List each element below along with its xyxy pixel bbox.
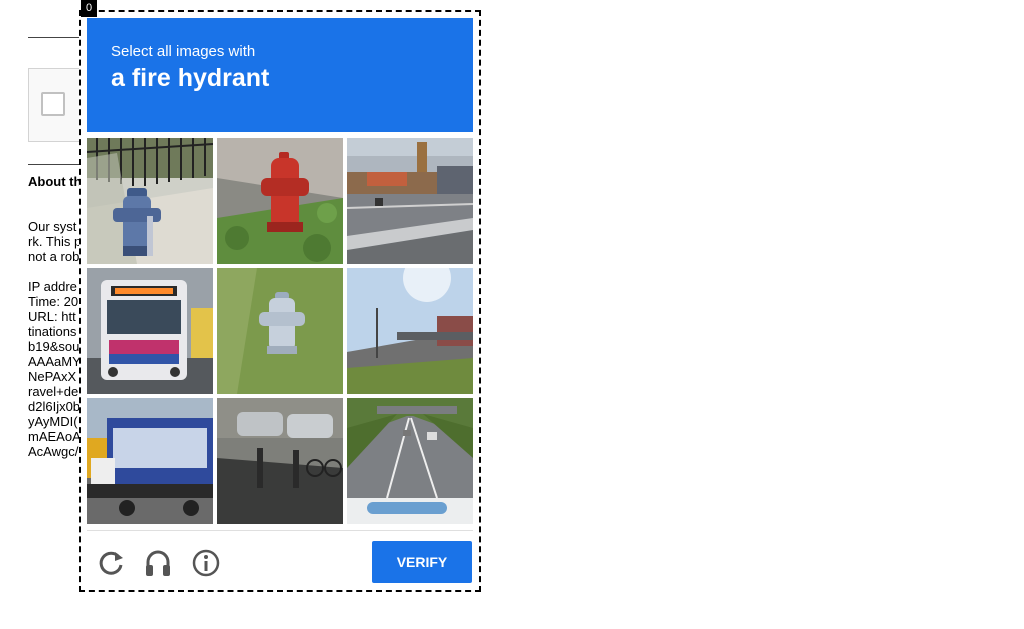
- reload-icon: [99, 551, 123, 575]
- info-icon: [192, 549, 220, 577]
- verify-button[interactable]: VERIFY: [372, 541, 472, 583]
- instruction-target: a fire hydrant: [111, 64, 270, 92]
- tile-image-truck: [87, 398, 213, 524]
- tile-image-fire-hydrant: [217, 268, 343, 394]
- detail-line: mAEAoA: [28, 429, 81, 444]
- tile-image-bus: [87, 268, 213, 394]
- frame-index-tag: 0: [81, 0, 97, 17]
- tile-image-fire-hydrant: [87, 138, 213, 264]
- challenge-header: Select all images with a fire hydrant: [87, 18, 473, 132]
- tile-image-highway: [347, 138, 473, 264]
- request-details: IP addre Time: 20 URL: htt tinations b19&sou…: [28, 264, 81, 459]
- image-tile[interactable]: [87, 138, 213, 264]
- about-paragraph: Our syst rk. This p not a rob: [28, 204, 81, 264]
- image-tile[interactable]: [217, 398, 343, 524]
- detail-line: AcAwgc/: [28, 444, 79, 459]
- reload-button[interactable]: [95, 547, 127, 579]
- image-tile[interactable]: [87, 398, 213, 524]
- detail-line: IP addre: [28, 279, 77, 294]
- paragraph-line: Our syst: [28, 219, 77, 234]
- image-tile[interactable]: [347, 398, 473, 524]
- detail-line: URL: htt: [28, 309, 76, 324]
- detail-line: AAAaMY: [28, 354, 81, 369]
- detail-line: yAyMDI(: [28, 414, 78, 429]
- detail-line: b19&sou: [28, 339, 80, 354]
- detail-line: tinations: [28, 324, 77, 339]
- instruction-text: Select all images with: [111, 43, 256, 60]
- image-tile[interactable]: [217, 268, 343, 394]
- detail-line: d2l6Ijx0b: [28, 399, 81, 414]
- image-tile[interactable]: [347, 268, 473, 394]
- tile-image-street: [217, 398, 343, 524]
- image-grid: [87, 138, 473, 524]
- tile-image-fire-hydrant: [217, 138, 343, 264]
- challenge-footer: VERIFY: [87, 530, 473, 591]
- headphones-icon: [146, 550, 170, 576]
- detail-line: Time: 20: [28, 294, 79, 309]
- recaptcha-checkbox[interactable]: [41, 92, 65, 116]
- image-tile[interactable]: [87, 268, 213, 394]
- detail-line: NePAxX: [28, 369, 77, 384]
- image-tile[interactable]: [347, 138, 473, 264]
- info-button[interactable]: [190, 547, 222, 579]
- image-tile[interactable]: [217, 138, 343, 264]
- tile-image-highway: [347, 398, 473, 524]
- audio-challenge-button[interactable]: [142, 547, 174, 579]
- paragraph-line: not a rob: [28, 249, 80, 264]
- tile-image-overpass: [347, 268, 473, 394]
- about-heading: About th: [28, 174, 82, 189]
- paragraph-line: rk. This p: [28, 234, 82, 249]
- detail-line: ravel+de: [28, 384, 79, 399]
